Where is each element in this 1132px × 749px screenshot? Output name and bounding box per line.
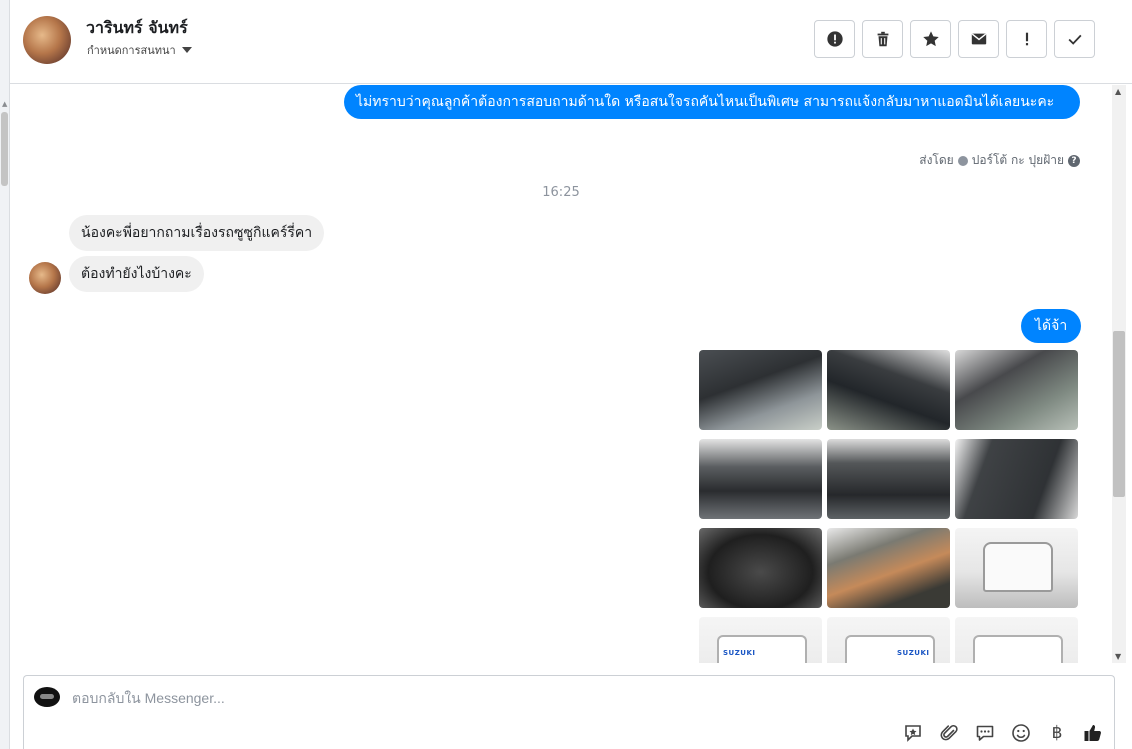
report-button[interactable] <box>814 20 855 58</box>
incoming-message[interactable]: น้องคะพี่อยากถามเรื่องรถซูซูกิแคร์รี่คา <box>69 215 325 251</box>
photo-thumbnail[interactable] <box>699 439 822 519</box>
like-button[interactable] <box>1082 722 1104 744</box>
saved-replies-icon <box>905 725 921 742</box>
sent-by-info: ส่งโดย ปอร์โต้ กะ ปุยฝ้าย ? <box>919 151 1080 170</box>
composer-tools: ฿ <box>902 722 1104 744</box>
sent-by-prefix: ส่งโดย <box>919 153 954 167</box>
outgoing-message[interactable]: ได้จ้า <box>1021 309 1082 343</box>
photo-thumbnail[interactable]: SUZUKI <box>699 617 822 663</box>
scrollbar-thumb[interactable] <box>1113 331 1125 497</box>
left-scrollbar[interactable]: ▲ <box>0 0 10 749</box>
caret-down-icon <box>181 47 192 53</box>
conversation-label-text: กำหนดการสนทนา <box>87 44 176 57</box>
emoji-icon <box>1012 724 1030 742</box>
message-list[interactable]: ไม่ทราบว่าคุณลูกค้าต้องการสอบถามด้านใด ห… <box>10 85 1112 663</box>
sender-avatar[interactable] <box>29 262 61 294</box>
emoji-button[interactable] <box>1010 722 1032 744</box>
baht-payment-icon: ฿ <box>1051 723 1063 743</box>
photo-grid: SUZUKI SUZUKI <box>699 350 1078 663</box>
scroll-up-arrow[interactable]: ▲ <box>1115 87 1121 96</box>
reply-composer: ฿ <box>23 675 1115 749</box>
photo-thumbnail[interactable] <box>827 350 950 430</box>
chat-bubble-icon <box>976 725 994 741</box>
inbox-thread-window: ▲ วารินทร์ จันทร์ กำหนดการสนทนา ไม่ทราบว… <box>0 0 1132 749</box>
header-actions <box>814 20 1095 58</box>
help-question-icon[interactable]: ? <box>1068 154 1080 167</box>
contact-avatar[interactable] <box>23 16 71 64</box>
star-button[interactable] <box>910 20 951 58</box>
photo-thumbnail[interactable] <box>955 350 1078 430</box>
photo-thumbnail[interactable] <box>699 528 822 608</box>
scroll-down-arrow[interactable]: ▼ <box>1115 652 1121 661</box>
suzuki-brand-label: SUZUKI <box>723 649 756 657</box>
photo-thumbnail[interactable] <box>699 350 822 430</box>
message-list-scrollbar[interactable]: ▲ ▼ <box>1112 85 1126 663</box>
photo-thumbnail[interactable] <box>955 528 1078 608</box>
photo-thumbnail[interactable] <box>827 439 950 519</box>
left-scrollbar-thumb[interactable] <box>1 112 8 186</box>
saved-replies-button[interactable] <box>902 722 924 744</box>
check-icon <box>1068 34 1082 45</box>
contact-name[interactable]: วารินทร์ จันทร์ <box>86 16 188 41</box>
delete-button[interactable] <box>862 20 903 58</box>
page-avatar <box>34 687 60 707</box>
suzuki-brand-label: SUZUKI <box>897 649 930 657</box>
photo-thumbnail[interactable] <box>955 439 1078 519</box>
scroll-up-arrow[interactable]: ▲ <box>2 100 7 108</box>
outgoing-message[interactable]: ไม่ทราบว่าคุณลูกค้าต้องการสอบถามด้านใด ห… <box>344 85 1080 119</box>
incoming-message[interactable]: ต้องทำยังไงบ้างคะ <box>69 256 204 292</box>
conversation-label-dropdown[interactable]: กำหนดการสนทนา <box>87 41 192 59</box>
thread-header: วารินทร์ จันทร์ กำหนดการสนทนา <box>10 0 1132 84</box>
photo-thumbnail[interactable] <box>827 528 950 608</box>
message-timestamp: 16:25 <box>542 185 580 200</box>
payment-button[interactable]: ฿ <box>1046 722 1068 744</box>
photo-thumbnail[interactable] <box>955 617 1078 663</box>
sent-by-name[interactable]: ปอร์โต้ กะ ปุยฝ้าย <box>972 151 1064 170</box>
reply-input[interactable] <box>72 688 672 708</box>
photo-thumbnail[interactable]: SUZUKI <box>827 617 950 663</box>
trash-icon <box>877 31 888 47</box>
mark-unread-button[interactable] <box>958 20 999 58</box>
priority-button[interactable] <box>1006 20 1047 58</box>
attachment-icon <box>940 724 958 741</box>
alert-circle-icon <box>826 31 843 47</box>
verified-dot-icon <box>957 155 968 166</box>
quick-reply-button[interactable] <box>974 722 996 744</box>
envelope-icon <box>971 33 986 45</box>
mark-done-button[interactable] <box>1054 20 1095 58</box>
exclamation-icon <box>1025 32 1028 46</box>
star-icon <box>922 31 939 47</box>
thumbs-up-icon <box>1084 725 1101 741</box>
attach-file-button[interactable] <box>938 722 960 744</box>
